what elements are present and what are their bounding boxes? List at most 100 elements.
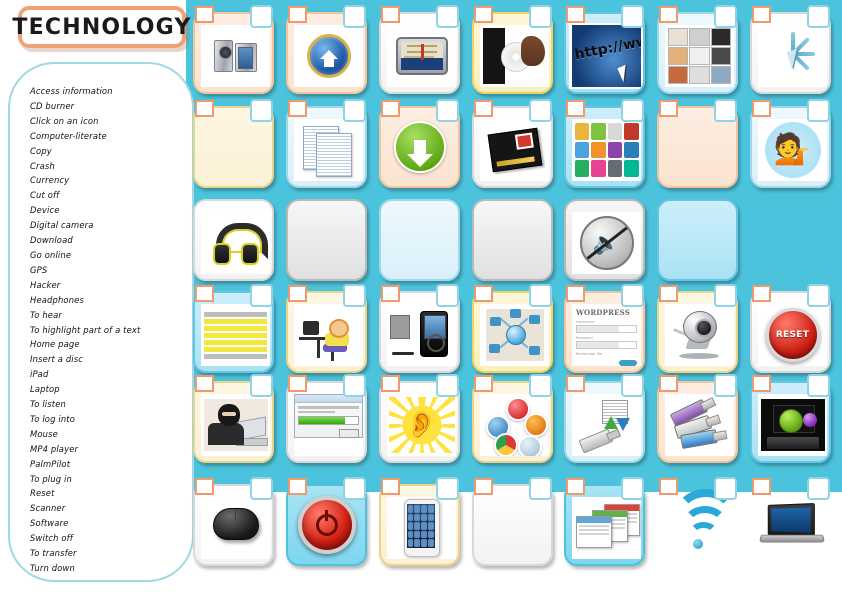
worksheet-card: [750, 477, 831, 566]
transfer-files-icon: [572, 394, 641, 456]
card-answer-input[interactable]: [343, 99, 366, 122]
mute-speaker-icon: 🔈: [572, 212, 641, 274]
worksheet-card: [286, 5, 367, 94]
card-answer-input[interactable]: [436, 477, 459, 500]
transfer-network-icon: [480, 304, 549, 366]
card-answer-input[interactable]: [343, 477, 366, 500]
word-bank-item: Digital camera: [30, 220, 94, 231]
webcam-icon: [665, 304, 734, 366]
card-answer-input[interactable]: [714, 99, 737, 122]
card-number-badge: [474, 285, 493, 302]
card-plate: 🔈: [564, 199, 645, 281]
word-bank-item: Reset: [30, 488, 55, 499]
page-title-text: TECHNOLOGY: [12, 14, 192, 40]
word-bank-item: GPS: [30, 264, 48, 275]
card-number-badge: [288, 285, 307, 302]
card-answer-input[interactable]: [343, 5, 366, 28]
listening-girl-icon: 💁: [758, 119, 827, 181]
card-answer-input[interactable]: [621, 374, 644, 397]
word-bank-item: To listen: [30, 399, 66, 410]
word-bank-item: Mouse: [30, 428, 58, 439]
card-plate: [657, 199, 738, 281]
word-bank-item: Cut off: [30, 190, 60, 201]
log-into-icon: WORDPRESS Username Password Remember Me: [572, 304, 641, 366]
worksheet-card: [193, 477, 274, 566]
card-answer-input[interactable]: [529, 374, 552, 397]
card-answer-input[interactable]: [714, 284, 737, 307]
card-answer-input[interactable]: [436, 5, 459, 28]
card-answer-input[interactable]: [621, 477, 644, 500]
card-answer-input[interactable]: [529, 5, 552, 28]
card-answer-input[interactable]: [807, 5, 830, 28]
card-answer-input[interactable]: [807, 477, 830, 500]
word-bank-item: Scanner: [30, 503, 66, 514]
card-answer-input[interactable]: [250, 99, 273, 122]
word-bank-item: Device: [30, 205, 60, 216]
card-answer-input[interactable]: [529, 99, 552, 122]
worksheet-card: [193, 284, 274, 373]
card-answer-input[interactable]: [529, 477, 552, 500]
word-bank-item: Download: [30, 235, 73, 246]
word-bank-item: Hacker: [30, 279, 61, 290]
worksheet-card: [286, 477, 367, 566]
worksheet-card-extra: [657, 199, 738, 281]
card-answer-input[interactable]: [714, 477, 737, 500]
word-bank-item: To transfer: [30, 548, 77, 559]
card-number-badge: [474, 100, 493, 117]
card-number-badge: [566, 375, 585, 392]
card-answer-input[interactable]: [807, 99, 830, 122]
word-bank-item: Go online: [30, 249, 72, 260]
card-answer-input[interactable]: [807, 374, 830, 397]
card-number-badge: [381, 6, 400, 23]
word-bank-item: Headphones: [30, 294, 84, 305]
card-answer-input[interactable]: [343, 374, 366, 397]
worksheet-card-extra: [379, 199, 460, 281]
card-number-badge: [659, 478, 678, 495]
card-number-badge: [566, 285, 585, 302]
card-answer-input[interactable]: [621, 5, 644, 28]
card-answer-input[interactable]: [436, 284, 459, 307]
card-number-badge: [195, 375, 214, 392]
word-bank-item: MP4 player: [30, 443, 79, 454]
card-number-badge: [288, 375, 307, 392]
card-answer-input[interactable]: [343, 284, 366, 307]
worksheet-card: [286, 374, 367, 463]
access-information-icon: [665, 25, 734, 87]
card-answer-input[interactable]: [714, 5, 737, 28]
card-answer-input[interactable]: [250, 5, 273, 28]
worksheet-card: [379, 284, 460, 373]
worksheet-card: [472, 477, 553, 566]
word-bank-item: To hear: [30, 309, 62, 320]
card-number-badge: [288, 100, 307, 117]
card-answer-input[interactable]: [621, 99, 644, 122]
worksheet-card: [657, 99, 738, 188]
word-bank-item: To plug in: [30, 473, 72, 484]
card-answer-input[interactable]: [436, 99, 459, 122]
worksheet-card: [564, 374, 645, 463]
worksheet-card: [750, 374, 831, 463]
worksheet-card: [193, 5, 274, 94]
insert-disc-icon: [480, 25, 549, 87]
gps-device-icon: [387, 25, 456, 87]
worksheet-card: [379, 99, 460, 188]
card-answer-input[interactable]: [529, 284, 552, 307]
word-bank-item: CD burner: [30, 100, 75, 111]
card-answer-input[interactable]: [250, 374, 273, 397]
card-number-badge: [474, 6, 493, 23]
card-answer-input[interactable]: [436, 374, 459, 397]
word-bank-item: Switch off: [30, 533, 73, 544]
card-answer-input[interactable]: [714, 374, 737, 397]
card-answer-input[interactable]: [807, 284, 830, 307]
word-bank-item: To log into: [30, 413, 75, 424]
card-answer-input[interactable]: [250, 477, 273, 500]
card-number-badge: [195, 285, 214, 302]
card-number-badge: [659, 6, 678, 23]
ipod-device-icon: [387, 497, 456, 559]
word-bank-item: Copy: [30, 145, 52, 156]
card-answer-input[interactable]: [250, 284, 273, 307]
card-answer-input[interactable]: [621, 284, 644, 307]
card-number-badge: [288, 6, 307, 23]
word-bank-item: To highlight part of a text: [30, 324, 141, 335]
worksheet-card: [286, 284, 367, 373]
word-bank-list: Access information CD burner Click on an i…: [30, 84, 190, 580]
